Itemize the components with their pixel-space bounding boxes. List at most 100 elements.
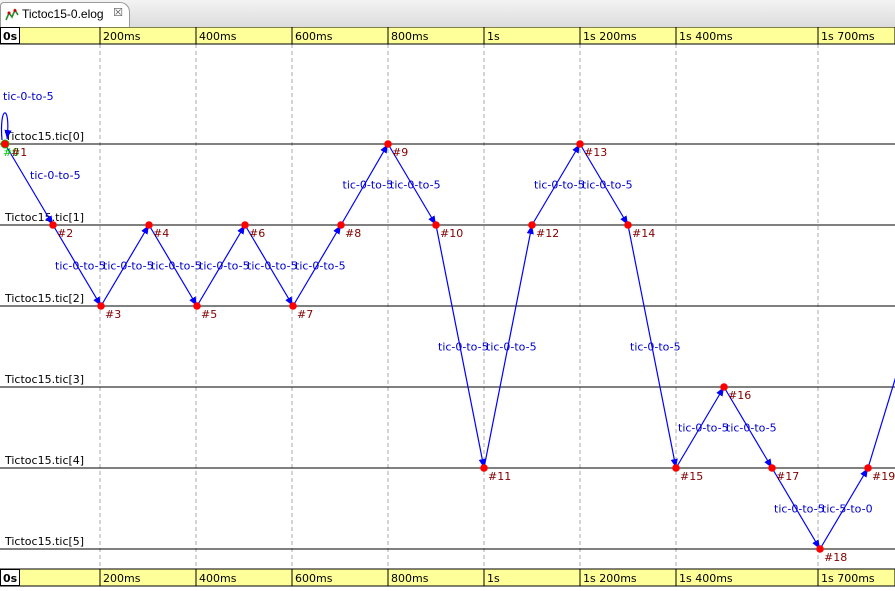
message-label: tic-0-to-5: [534, 179, 585, 192]
axes: Tictoc15.tic[0] Tictoc15.tic[1] Tictoc15.t…: [0, 130, 895, 550]
event-label: #15: [680, 470, 703, 483]
axis-label[interactable]: Tictoc15.tic[0]: [4, 130, 84, 143]
message[interactable]: tic-0-to-5: [483, 224, 537, 469]
event-label: #9: [392, 146, 408, 159]
message[interactable]: tic-0-to-5: [435, 224, 489, 469]
ruler-tick-label: 200ms: [103, 30, 141, 43]
event-dot[interactable]: [241, 221, 249, 229]
ruler-tick-label: 1s 700ms: [821, 30, 875, 43]
ruler-origin-label: 0s: [3, 572, 18, 585]
ruler-tick-label: 1s 400ms: [679, 572, 733, 585]
message[interactable]: tic-0-to-5: [627, 224, 681, 469]
axis-label[interactable]: Tictoc15.tic[2]: [4, 292, 84, 305]
message-label: tic-0-to-5: [247, 260, 298, 273]
event-dot[interactable]: [193, 302, 201, 310]
ruler-tick-label: 200ms: [103, 572, 141, 585]
message-label: tic-0-to-5: [55, 260, 106, 273]
time-ruler-bottom[interactable]: 0s 200ms 400ms 600ms 800ms 1s 1s 200ms 1s 400ms…: [0, 568, 895, 587]
message-label: tic-0-to-5: [726, 422, 777, 435]
event-log-icon: [5, 8, 19, 21]
event-dot[interactable]: [816, 545, 824, 553]
event-label: #3: [105, 308, 121, 321]
editor-tab-bar: Tictoc15-0.elog ☒: [0, 0, 895, 28]
message-label: tic-5-to-0: [822, 503, 873, 516]
message-label: tic-0-to-5: [30, 169, 81, 182]
event-label: #18: [824, 551, 847, 564]
message[interactable]: [867, 314, 895, 469]
ruler-tick-label: 400ms: [199, 30, 237, 43]
event-dot[interactable]: [145, 221, 153, 229]
messages: tic-0-to-5tic-0-to-5tic-0-to-5tic-0-to-5…: [4, 143, 895, 550]
ruler-tick-label: 1s 400ms: [679, 30, 733, 43]
event-dot[interactable]: [624, 221, 632, 229]
close-icon[interactable]: ☒: [112, 6, 124, 20]
message-arrow[interactable]: [867, 314, 895, 469]
event-label: #2: [57, 227, 73, 240]
event-dot[interactable]: [768, 464, 776, 472]
self-message-label: tic-0-to-5: [3, 90, 54, 103]
message-label: tic-0-to-5: [103, 260, 154, 273]
event-dot[interactable]: [864, 464, 872, 472]
ruler-tick-label: 800ms: [391, 30, 429, 43]
event-label: #16: [728, 389, 751, 402]
message-label: tic-0-to-5: [630, 341, 681, 354]
ruler-tick-label: 1s 200ms: [583, 572, 637, 585]
event-label: #7: [297, 308, 313, 321]
event-dot[interactable]: [337, 221, 345, 229]
event-dot[interactable]: [576, 140, 584, 148]
axis-label[interactable]: Tictoc15.tic[1]: [4, 211, 84, 224]
message[interactable]: tic-0-to-5: [675, 386, 729, 469]
event-dot[interactable]: [528, 221, 536, 229]
event-dot[interactable]: [289, 302, 297, 310]
ruler-tick-label: 800ms: [391, 572, 429, 585]
message-label: tic-0-to-5: [582, 179, 633, 192]
message[interactable]: tic-0-to-5: [100, 224, 154, 307]
ruler-tick-label: 400ms: [199, 572, 237, 585]
event-label: #13: [584, 146, 607, 159]
axis-label[interactable]: Tictoc15.tic[3]: [4, 373, 84, 386]
event-label: #4: [153, 227, 169, 240]
message-label: tic-0-to-5: [774, 503, 825, 516]
event-label: #17: [776, 470, 799, 483]
tab-event-log[interactable]: Tictoc15-0.elog ☒: [0, 2, 130, 27]
message[interactable]: tic-0-to-5: [531, 143, 585, 226]
axis-label[interactable]: Tictoc15.tic[4]: [4, 454, 84, 467]
event-label: #8: [345, 227, 361, 240]
sequence-chart[interactable]: Tictoc15.tic[0] Tictoc15.tic[1] Tictoc15.t…: [0, 26, 895, 587]
message-label: tic-0-to-5: [295, 260, 346, 273]
message-label: tic-0-to-5: [151, 260, 202, 273]
message[interactable]: tic-0-to-5: [292, 224, 346, 307]
event-dot[interactable]: [672, 464, 680, 472]
message-label: tic-0-to-5: [390, 179, 441, 192]
message[interactable]: tic-0-to-5: [340, 143, 394, 226]
time-ruler-top[interactable]: 0s 200ms 400ms 600ms 800ms 1s 1s 200ms 1s 400ms…: [0, 26, 895, 45]
message[interactable]: tic-5-to-0: [819, 467, 873, 550]
event-dot[interactable]: [480, 464, 488, 472]
message[interactable]: tic-0-to-5: [196, 224, 250, 307]
event-dot[interactable]: [1, 140, 9, 148]
ruler-tick-label: 1s: [487, 30, 500, 43]
event-label: #11: [488, 470, 511, 483]
message-label: tic-0-to-5: [199, 260, 250, 273]
ruler-tick-label: 600ms: [295, 572, 333, 585]
event-dot[interactable]: [384, 140, 392, 148]
ruler-tick-label: 1s 700ms: [821, 572, 875, 585]
event-label: #19: [872, 470, 895, 483]
ruler-tick-label: 1s 200ms: [583, 30, 637, 43]
event-dot[interactable]: [720, 383, 728, 391]
event-label: #12: [536, 227, 559, 240]
message-label: tic-0-to-5: [343, 179, 394, 192]
ruler-tick-label: 1s: [487, 572, 500, 585]
event-label: #1: [11, 146, 27, 159]
sequence-chart-canvas[interactable]: Tictoc15.tic[0] Tictoc15.tic[1] Tictoc15.t…: [0, 26, 895, 587]
event-dot[interactable]: [49, 221, 57, 229]
event-label: #5: [201, 308, 217, 321]
ruler-origin-label: 0s: [3, 30, 18, 43]
axis-label[interactable]: Tictoc15.tic[5]: [4, 535, 84, 548]
event-label: #14: [632, 227, 655, 240]
event-dot[interactable]: [432, 221, 440, 229]
event-label: #6: [249, 227, 265, 240]
event-dot[interactable]: [97, 302, 105, 310]
message-label: tic-0-to-5: [678, 422, 729, 435]
tab-title: Tictoc15-0.elog: [22, 7, 104, 21]
